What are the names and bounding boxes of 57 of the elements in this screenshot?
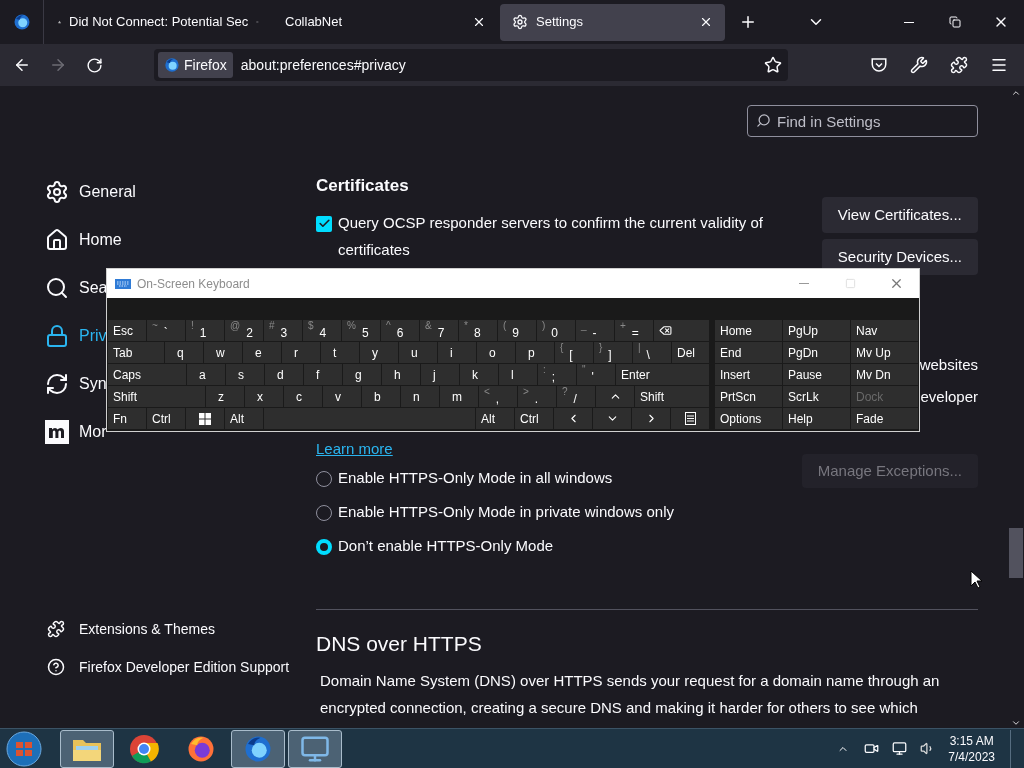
key-symbol: , xyxy=(495,393,500,406)
key-symbol: [ xyxy=(569,349,573,362)
key-symbol: 7 xyxy=(437,327,445,340)
shift-symbol: | xyxy=(638,342,641,354)
key-symbol: 4 xyxy=(319,327,327,340)
key-symbol: 6 xyxy=(396,327,404,340)
key-symbol: - xyxy=(592,327,597,340)
shift-symbol: ^ xyxy=(386,320,391,332)
shift-symbol: + xyxy=(620,320,626,332)
radio-label: Don’t enable HTTPS-Only Mode xyxy=(338,536,554,557)
shift-symbol: ( xyxy=(503,320,507,332)
shift-symbol: : xyxy=(543,364,546,376)
shift-symbol: $ xyxy=(308,320,314,332)
key-symbol: 1 xyxy=(199,327,207,340)
identity-label: Firefox xyxy=(184,55,227,75)
shift-symbol: { xyxy=(560,342,564,354)
key-symbol: 0 xyxy=(551,327,559,340)
key-symbol: 9 xyxy=(512,327,520,340)
shift-symbol: " xyxy=(582,364,586,376)
key-symbol: ` xyxy=(163,327,168,340)
shift-symbol: ! xyxy=(191,320,194,332)
key-symbol: . xyxy=(534,393,539,406)
key-symbol: 2 xyxy=(246,327,253,340)
shift-symbol: < xyxy=(484,386,490,398)
shift-symbol: ~ xyxy=(152,320,158,332)
key-symbol: / xyxy=(573,393,577,406)
shift-symbol: & xyxy=(425,320,432,332)
shift-symbol: # xyxy=(269,320,275,332)
key-symbol: ' xyxy=(591,371,594,384)
tab-title: Settings xyxy=(536,13,584,32)
shift-symbol: % xyxy=(347,320,356,332)
key-symbol: 3 xyxy=(280,327,288,340)
key-symbol: \ xyxy=(646,349,650,362)
shift-symbol: ) xyxy=(542,320,546,332)
shift-symbol: * xyxy=(464,320,468,332)
key-symbol: = xyxy=(631,327,639,340)
url-text: about:preferences#privacy xyxy=(240,55,407,75)
covered-text-fragment: eveloper xyxy=(920,386,978,407)
key-symbol: 5 xyxy=(361,327,369,340)
shift-symbol: } xyxy=(599,342,603,354)
shift-symbol: @ xyxy=(230,320,241,332)
key-symbol: 8 xyxy=(473,327,481,340)
tab-title: Did Not Connect: Potential Sec xyxy=(69,13,249,32)
section-heading: Certificates xyxy=(316,175,410,197)
keyboard-title: On-Screen Keyboard xyxy=(137,275,250,293)
radio-label: Enable HTTPS-Only Mode in private windows only xyxy=(338,502,674,523)
key-symbol: ; xyxy=(551,371,556,384)
section-description: Domain Name System (DNS) over HTTPS sends your request for a domain name through an encrypted connection, creating a secure DNS and making it harder for others to see which xyxy=(319,671,941,718)
covered-text-fragment: websites xyxy=(919,355,978,375)
key-symbol: ] xyxy=(608,349,612,362)
checkbox-label: Query OCSP responder servers to confirm the current validity of certificates xyxy=(338,212,764,260)
radio-label: Enable HTTPS-Only Mode in all windows xyxy=(338,468,613,489)
shift-symbol: ? xyxy=(562,386,568,398)
shift-symbol: > xyxy=(523,386,529,398)
tab-title: CollabNet xyxy=(285,13,344,32)
section-heading: DNS over HTTPS xyxy=(316,630,483,657)
shift-symbol: _ xyxy=(581,320,587,332)
